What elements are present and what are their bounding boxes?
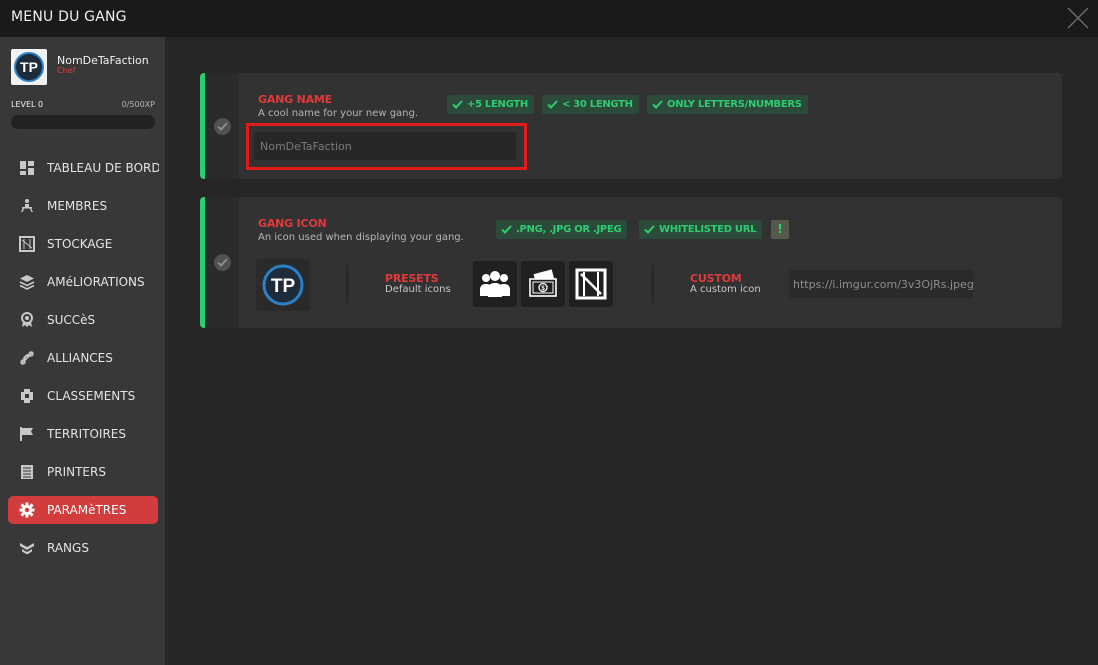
gang-logo-icon: TP [14, 52, 44, 82]
sidebar: TP NomDeTaFaction Chef LEVEL 0 0/500XP T… [0, 37, 165, 665]
gear-icon [19, 502, 35, 518]
status-column [205, 197, 239, 328]
sidebar-item-label: RANGS [47, 541, 89, 555]
check-circle-icon [214, 254, 231, 271]
check-icon [547, 100, 558, 109]
gang-name-description: A cool name for your new gang. [258, 108, 419, 119]
preset-group[interactable] [473, 261, 517, 307]
sidebar-item-storage[interactable]: STOCKAGE [8, 230, 158, 258]
money-icon: $ [529, 267, 557, 297]
tag-label: ONLY LETTERS/NUMBERS [667, 99, 802, 110]
title-bar: MENU DU GANG [0, 0, 1098, 37]
sidebar-item-achievements[interactable]: SUCCèS [8, 306, 158, 334]
window-title: MENU DU GANG [11, 9, 127, 25]
status-column [205, 73, 239, 179]
gang-icon-card: GANG ICON An icon used when displaying y… [200, 197, 1062, 328]
alliances-icon [19, 350, 35, 366]
rankings-icon [19, 388, 35, 404]
gang-icon-description: An icon used when displaying your gang. [258, 232, 464, 243]
tag-label: < 30 LENGTH [562, 99, 633, 110]
achievements-icon [19, 312, 35, 328]
level-label: LEVEL 0 [11, 100, 44, 109]
gang-name-input[interactable] [254, 132, 516, 160]
gang-logo-text: TP [271, 276, 296, 297]
sidebar-item-label: STOCKAGE [47, 237, 113, 251]
sidebar-item-label: CLASSEMENTS [47, 389, 136, 403]
sidebar-item-members[interactable]: MEMBRES [8, 192, 158, 220]
tag-label: .PNG, .JPG OR .JPEG [516, 224, 622, 235]
sidebar-item-label: MEMBRES [47, 199, 108, 213]
gang-name-input-highlight [246, 123, 527, 170]
sidebar-item-dashboard[interactable]: TABLEAU DE BORD [8, 154, 159, 182]
storage-icon [19, 236, 35, 252]
sidebar-item-rankings[interactable]: CLASSEMENTS [8, 382, 158, 410]
upgrades-icon [19, 274, 35, 290]
sidebar-item-label: PARAMèTRES [47, 503, 127, 517]
gang-icon-title: GANG ICON [258, 217, 327, 230]
tag-label: WHITELISTED URL [659, 224, 757, 235]
letters-numbers-tag: ONLY LETTERS/NUMBERS [647, 95, 808, 114]
crate-icon [575, 268, 607, 300]
length-max-tag: < 30 LENGTH [542, 95, 639, 114]
sidebar-item-label: TERRITOIRES [47, 427, 126, 441]
dashboard-icon [19, 160, 35, 176]
preset-money[interactable]: $ [521, 261, 565, 307]
warning-badge[interactable]: ! [771, 220, 789, 239]
gang-role-label: Chef [57, 66, 76, 75]
gang-name-card: GANG NAME A cool name for your new gang.… [200, 73, 1062, 179]
sidebar-item-label: ALLIANCES [47, 351, 113, 365]
check-icon [652, 100, 663, 109]
group-icon [480, 271, 510, 297]
members-icon [19, 198, 35, 214]
close-icon[interactable] [1066, 6, 1090, 30]
whitelisted-url-tag: WHITELISTED URL [639, 220, 763, 239]
sidebar-item-label: TABLEAU DE BORD [47, 161, 159, 175]
sidebar-item-flag[interactable]: TERRITOIRES [8, 420, 158, 448]
xp-progress-bar [11, 115, 155, 129]
check-icon [452, 100, 463, 109]
sidebar-item-alliances[interactable]: ALLIANCES [8, 344, 158, 372]
custom-description: A custom icon [690, 284, 761, 295]
check-icon [644, 225, 655, 234]
section-divider [346, 265, 349, 303]
gang-name-title: GANG NAME [258, 93, 332, 106]
sidebar-item-printer[interactable]: PRINTERS [8, 458, 158, 486]
xp-label: 0/500XP [121, 100, 155, 109]
file-format-tag: .PNG, .JPG OR .JPEG [496, 220, 628, 239]
sidebar-item-label: SUCCèS [47, 313, 96, 327]
ranks-icon [19, 540, 35, 556]
printer-icon [19, 464, 35, 480]
sidebar-item-label: AMéLIORATIONS [47, 275, 145, 289]
gang-logo-icon: TP [262, 264, 304, 306]
sidebar-item-label: PRINTERS [47, 465, 106, 479]
gang-logo-text: TP [20, 59, 38, 75]
check-icon [501, 225, 512, 234]
section-divider [651, 265, 654, 303]
gang-avatar: TP [11, 49, 47, 85]
preset-crate[interactable] [569, 261, 613, 307]
current-icon-preview: TP [256, 259, 310, 311]
tag-label: +5 LENGTH [467, 99, 528, 110]
check-circle-icon [214, 118, 231, 135]
sidebar-item-upgrades[interactable]: AMéLIORATIONS [8, 268, 158, 296]
length-min-tag: +5 LENGTH [447, 95, 534, 114]
custom-icon-url-input[interactable] [789, 270, 973, 298]
flag-icon [19, 426, 35, 442]
presets-description: Default icons [385, 284, 451, 295]
sidebar-item-gear[interactable]: PARAMèTRES [8, 496, 158, 524]
sidebar-item-ranks[interactable]: RANGS [8, 534, 158, 562]
